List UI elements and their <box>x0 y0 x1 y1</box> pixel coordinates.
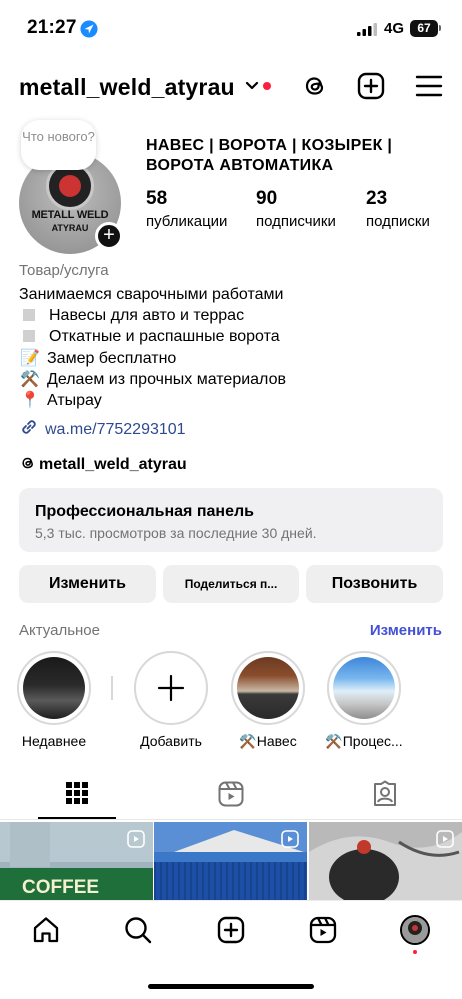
bio-line: Навесы для авто и террас <box>19 305 286 326</box>
notification-dot <box>413 950 417 954</box>
highlight-thumbnail <box>333 657 395 719</box>
bio-link-text: wa.me/7752293101 <box>45 421 186 438</box>
highlight-label: Добавить <box>140 733 202 749</box>
create-icon[interactable] <box>216 915 246 945</box>
threads-badge[interactable]: metall_weld_atyrau <box>19 454 187 474</box>
battery-indicator: 67 <box>410 20 438 37</box>
network-label: 4G <box>384 20 405 37</box>
home-indicator <box>148 984 314 989</box>
avatar-mini <box>402 917 428 943</box>
chevron-down-icon[interactable] <box>244 80 260 92</box>
bio-line: 📝 Замер бесплатно <box>19 348 286 369</box>
notification-dot <box>263 82 271 90</box>
highlights-divider <box>111 676 113 700</box>
location-arrow-icon <box>80 20 98 38</box>
post-thumbnail[interactable]: COFFEE <box>0 822 153 902</box>
bio-line: 📍 Атырау <box>19 390 286 411</box>
tab-reels[interactable] <box>154 780 308 818</box>
bio-line: Откатные и распашные ворота <box>19 326 286 347</box>
highlight-thumbnail <box>23 657 85 719</box>
highlight-ring <box>17 651 91 725</box>
pro-panel-title: Профессиональная панель <box>35 503 254 520</box>
highlight-thumbnail <box>237 657 299 719</box>
stat-posts[interactable]: 58 публикации <box>146 188 227 230</box>
menu-icon[interactable] <box>414 71 444 101</box>
highlight-label: ⚒️Процес... <box>325 733 403 749</box>
highlight-process[interactable]: ⚒️Процес... <box>324 651 404 750</box>
status-bar: 21:27 4G 67 <box>0 0 462 58</box>
square-bullet-icon <box>23 330 35 343</box>
profile-tabs <box>0 770 462 820</box>
edit-profile-button[interactable]: Изменить <box>19 565 156 603</box>
professional-dashboard[interactable]: Профессиональная панель 5,3 тыс. просмот… <box>19 488 443 552</box>
highlight-canopy[interactable]: ⚒️Навес <box>228 651 308 750</box>
square-bullet-icon <box>23 309 35 322</box>
threads-icon <box>22 457 33 469</box>
highlight-ring <box>231 651 305 725</box>
stat-value: 23 <box>366 188 388 209</box>
note-bubble[interactable]: Что нового? <box>21 120 96 170</box>
highlight-add[interactable]: Добавить <box>131 651 211 749</box>
highlights-edit-link[interactable]: Изменить <box>370 622 442 639</box>
profile-nav-avatar[interactable] <box>400 915 430 945</box>
stat-followers[interactable]: 90 подписчики <box>256 188 336 230</box>
avatar-logo-text: METALL WELD <box>31 209 109 221</box>
share-profile-button[interactable]: Поделиться п... <box>163 565 299 603</box>
stat-label: публикации <box>146 213 228 230</box>
highlights-title: Актуальное <box>19 622 100 639</box>
hammer-pick-icon: ⚒️ <box>20 370 40 388</box>
battery-nub <box>439 25 441 31</box>
bottom-navigation <box>0 900 462 999</box>
tab-tagged[interactable] <box>308 780 462 818</box>
highlight-ring <box>327 651 401 725</box>
link-icon <box>22 420 36 434</box>
pin-icon: 📍 <box>20 392 40 410</box>
signal-icon <box>357 23 377 36</box>
business-name: НАВЕС | ВОРОТА | КОЗЫРЕК | ВОРОТА АВТОМА… <box>146 137 393 174</box>
posts-grid: COFFEE <box>0 822 462 902</box>
tagged-icon <box>374 780 396 806</box>
bio-category: Товар/услуга <box>19 262 109 279</box>
profile-header: metall_weld_atyrau <box>0 66 462 110</box>
reel-badge-icon <box>127 830 145 848</box>
reel-badge-icon <box>436 830 454 848</box>
bio-link[interactable]: wa.me/7752293101 <box>19 417 186 439</box>
stat-label: подписчики <box>256 213 336 230</box>
highlight-ring <box>134 651 208 725</box>
svg-text:COFFEE: COFFEE <box>22 877 99 898</box>
bio-line: ⚒️ Делаем из прочных материалов <box>19 369 286 390</box>
add-story-button[interactable]: + <box>95 222 123 250</box>
post-thumbnail[interactable] <box>154 822 307 902</box>
stat-value: 90 <box>256 188 278 209</box>
memo-icon: 📝 <box>20 349 40 367</box>
bio-line: Занимаемся сварочными работами <box>19 286 284 303</box>
stat-following[interactable]: 23 подписки <box>366 188 430 230</box>
reel-badge-icon <box>281 830 299 848</box>
threads-handle: metall_weld_atyrau <box>39 456 187 473</box>
search-icon[interactable] <box>123 915 153 945</box>
stat-value: 58 <box>146 188 168 209</box>
tab-posts[interactable] <box>0 780 154 818</box>
highlight-label: ⚒️Навес <box>239 733 297 749</box>
threads-icon[interactable] <box>300 71 330 101</box>
highlight-label: Недавнее <box>21 733 87 749</box>
post-thumbnail[interactable] <box>309 822 462 902</box>
status-time: 21:27 <box>27 17 77 38</box>
grid-icon <box>66 782 88 804</box>
reels-nav-icon[interactable] <box>308 915 338 945</box>
plus-square-icon[interactable] <box>356 71 386 101</box>
call-button[interactable]: Позвонить <box>306 565 443 603</box>
plus-icon <box>157 674 185 702</box>
username-switcher[interactable]: metall_weld_atyrau <box>19 74 235 101</box>
logo-emblem-center <box>59 175 81 197</box>
bio-text: Занимаемся сварочными работами Навесы дл… <box>19 284 286 411</box>
highlight-recent[interactable]: Недавнее <box>14 651 94 749</box>
stat-label: подписки <box>366 213 430 230</box>
pro-panel-subtitle: 5,3 тыс. просмотров за последние 30 дней… <box>35 525 317 541</box>
reels-icon <box>218 781 244 807</box>
active-tab-indicator <box>38 817 116 819</box>
home-icon[interactable] <box>31 915 61 945</box>
